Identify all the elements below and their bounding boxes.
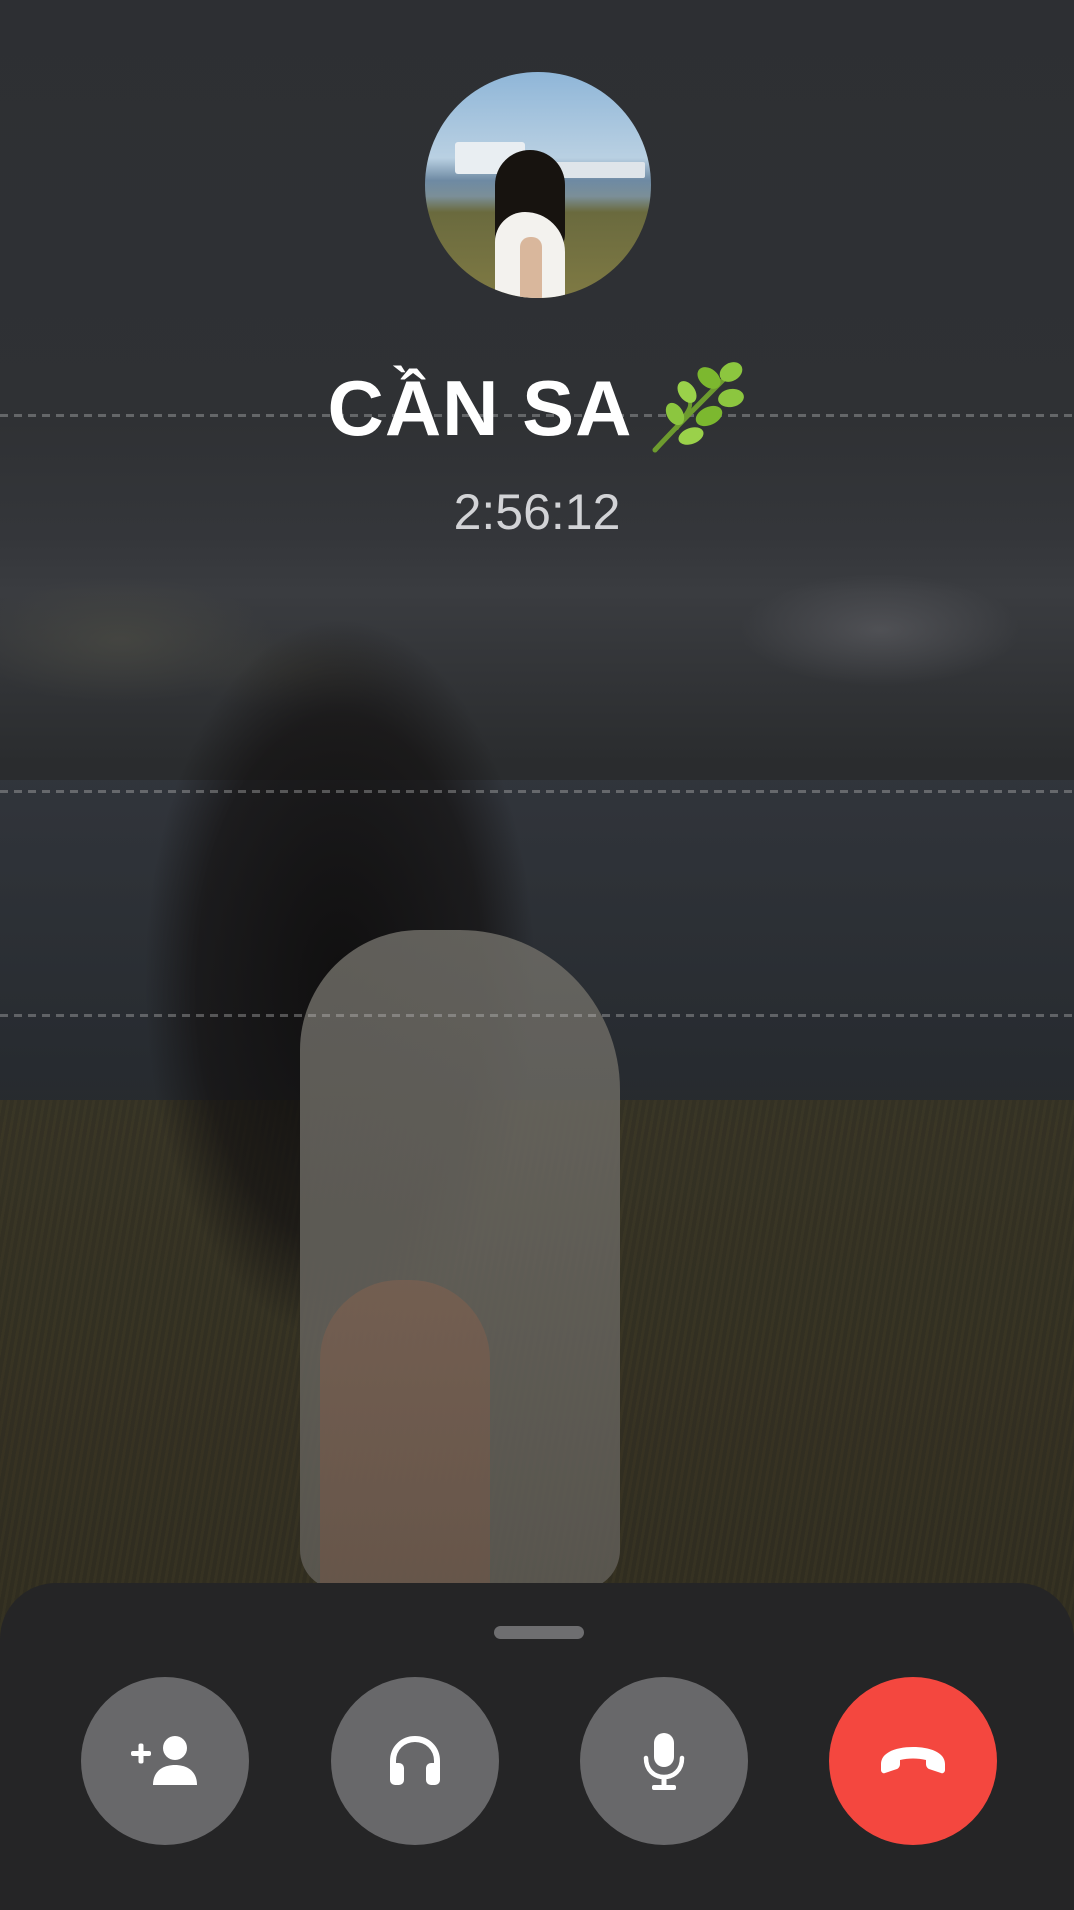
sheet-drag-handle[interactable]: [494, 1626, 584, 1639]
end-call-button[interactable]: [829, 1677, 997, 1845]
microphone-button[interactable]: [580, 1677, 748, 1845]
contact-name-text: CẦN SA: [327, 364, 633, 452]
background-figure-arm: [320, 1280, 490, 1600]
avatar-figure-arm: [520, 237, 542, 298]
call-duration: 2:56:12: [453, 484, 621, 540]
add-participant-button[interactable]: [81, 1677, 249, 1845]
call-screen: CẦN SA 2:56:12: [0, 0, 1074, 1910]
glitch-line: [0, 1014, 1074, 1017]
headphones-icon: [385, 1731, 445, 1791]
avatar-building: [555, 162, 645, 178]
contact-avatar: [425, 72, 651, 298]
contact-name: CẦN SA: [0, 358, 1074, 464]
call-controls-sheet: [0, 1583, 1074, 1910]
glitch-line: [0, 790, 1074, 793]
microphone-icon: [640, 1730, 688, 1792]
herb-leaf-icon: [647, 356, 747, 456]
audio-output-button[interactable]: [331, 1677, 499, 1845]
add-person-icon: [129, 1733, 201, 1789]
hang-up-phone-icon: [877, 1744, 949, 1778]
